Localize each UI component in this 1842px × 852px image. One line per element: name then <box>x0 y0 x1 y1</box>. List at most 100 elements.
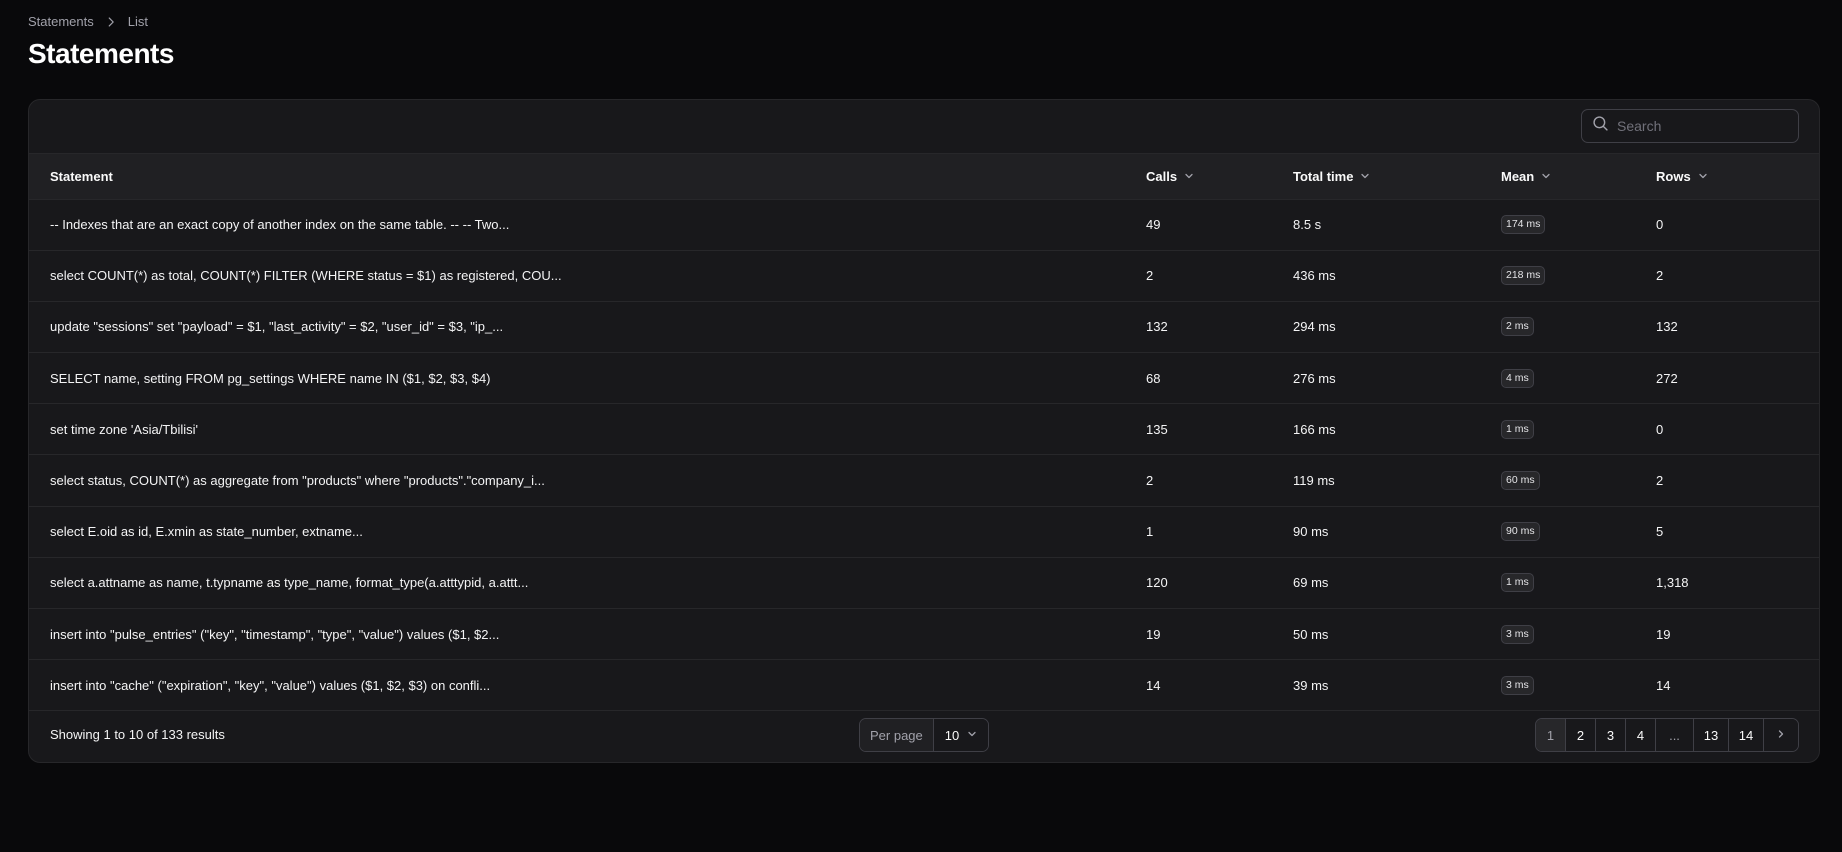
statement-cell: insert into "cache" ("expiration", "key"… <box>29 659 1146 712</box>
calls-cell: 68 <box>1146 352 1293 405</box>
total-time-cell: 436 ms <box>1293 250 1501 302</box>
page-button-13[interactable]: 13 <box>1694 719 1729 751</box>
calls-cell: 2 <box>1146 250 1293 302</box>
rows-cell: 5 <box>1656 506 1819 558</box>
mean-cell: 3 ms <box>1501 659 1656 712</box>
table-row[interactable]: SELECT name, setting FROM pg_settings WH… <box>29 352 1819 405</box>
table-row[interactable]: select a.attname as name, t.typname as t… <box>29 557 1819 610</box>
mean-badge: 2 ms <box>1501 317 1534 337</box>
total-time-cell: 39 ms <box>1293 659 1501 712</box>
rows-cell: 1,318 <box>1656 557 1819 610</box>
calls-cell: 135 <box>1146 403 1293 456</box>
total-time-cell: 119 ms <box>1293 454 1501 507</box>
column-header-rows[interactable]: Rows <box>1656 154 1819 200</box>
total-time-cell: 166 ms <box>1293 403 1501 456</box>
chevron-down-icon <box>1359 170 1371 182</box>
mean-badge: 60 ms <box>1501 471 1540 491</box>
pagination: 1 2 3 4 ... 13 14 <box>1535 718 1799 752</box>
mean-cell: 3 ms <box>1501 608 1656 661</box>
mean-badge: 3 ms <box>1501 675 1534 695</box>
total-time-cell: 69 ms <box>1293 557 1501 610</box>
search-box[interactable] <box>1581 109 1799 143</box>
statement-cell: select status, COUNT(*) as aggregate fro… <box>29 454 1146 507</box>
table-row[interactable]: select E.oid as id, E.xmin as state_numb… <box>29 506 1819 558</box>
calls-cell: 14 <box>1146 659 1293 712</box>
page-button-14[interactable]: 14 <box>1729 719 1764 751</box>
rows-cell: 272 <box>1656 352 1819 405</box>
rows-cell: 0 <box>1656 403 1819 456</box>
calls-cell: 19 <box>1146 608 1293 661</box>
mean-badge: 1 ms <box>1501 573 1534 593</box>
calls-cell: 120 <box>1146 557 1293 610</box>
statement-cell: update "sessions" set "payload" = $1, "l… <box>29 301 1146 354</box>
column-header-total-time[interactable]: Total time <box>1293 154 1501 200</box>
column-header-mean[interactable]: Mean <box>1501 154 1656 200</box>
mean-cell: 2 ms <box>1501 301 1656 354</box>
chevron-down-icon <box>1183 170 1195 182</box>
page-ellipsis: ... <box>1656 719 1694 751</box>
statement-cell: set time zone 'Asia/Tbilisi' <box>29 403 1146 456</box>
statement-cell: select a.attname as name, t.typname as t… <box>29 557 1146 610</box>
column-header-rows-label: Rows <box>1656 168 1691 184</box>
rows-cell: 2 <box>1656 454 1819 507</box>
chevron-right-icon <box>1775 728 1787 743</box>
page-button-2[interactable]: 2 <box>1566 719 1596 751</box>
total-time-cell: 294 ms <box>1293 301 1501 354</box>
table-row[interactable]: select COUNT(*) as total, COUNT(*) FILTE… <box>29 250 1819 302</box>
mean-cell: 90 ms <box>1501 506 1656 558</box>
rows-cell: 19 <box>1656 608 1819 661</box>
table-row[interactable]: select status, COUNT(*) as aggregate fro… <box>29 454 1819 507</box>
table-row[interactable]: insert into "pulse_entries" ("key", "tim… <box>29 608 1819 661</box>
per-page-label: Per page <box>860 719 934 751</box>
statement-cell: select COUNT(*) as total, COUNT(*) FILTE… <box>29 250 1146 302</box>
total-time-cell: 276 ms <box>1293 352 1501 405</box>
page-title: Statements <box>28 38 174 69</box>
search-icon <box>1592 115 1609 137</box>
total-time-cell: 90 ms <box>1293 506 1501 558</box>
total-time-cell: 8.5 s <box>1293 199 1501 251</box>
breadcrumb-statements-link[interactable]: Statements <box>28 14 94 29</box>
rows-cell: 0 <box>1656 199 1819 251</box>
table-row[interactable]: insert into "cache" ("expiration", "key"… <box>29 659 1819 712</box>
statement-cell: insert into "pulse_entries" ("key", "tim… <box>29 608 1146 661</box>
table-body: -- Indexes that are an exact copy of ano… <box>29 199 1819 712</box>
mean-badge: 3 ms <box>1501 624 1534 644</box>
mean-badge: 1 ms <box>1501 419 1534 439</box>
chevron-down-icon <box>1540 170 1552 182</box>
page-button-3[interactable]: 3 <box>1596 719 1626 751</box>
column-header-mean-label: Mean <box>1501 168 1535 184</box>
mean-cell: 1 ms <box>1501 557 1656 610</box>
mean-cell: 174 ms <box>1501 199 1656 251</box>
next-page-button[interactable] <box>1764 719 1798 751</box>
column-header-calls[interactable]: Calls <box>1146 154 1293 200</box>
mean-cell: 1 ms <box>1501 403 1656 456</box>
column-header-total-time-label: Total time <box>1293 168 1354 184</box>
per-page-value: 10 <box>944 727 960 743</box>
mean-badge: 218 ms <box>1501 266 1546 286</box>
chevron-down-icon <box>966 728 978 743</box>
breadcrumb-current: List <box>127 14 148 29</box>
calls-cell: 1 <box>1146 506 1293 558</box>
table-row[interactable]: -- Indexes that are an exact copy of ano… <box>29 199 1819 251</box>
page-button-4[interactable]: 4 <box>1626 719 1656 751</box>
per-page-selector: Per page 10 <box>859 718 990 752</box>
column-header-statement-label: Statement <box>50 168 113 184</box>
rows-cell: 14 <box>1656 659 1819 712</box>
per-page-select[interactable]: 10 <box>933 719 989 751</box>
table-row[interactable]: update "sessions" set "payload" = $1, "l… <box>29 301 1819 354</box>
page-button-1[interactable]: 1 <box>1536 719 1566 751</box>
mean-cell: 218 ms <box>1501 250 1656 302</box>
pagination-footer: Showing 1 to 10 of 133 results Per page … <box>29 708 1819 762</box>
table-header: Statement Calls Total time Mean Rows <box>29 154 1819 200</box>
calls-cell: 49 <box>1146 199 1293 251</box>
results-summary: Showing 1 to 10 of 133 results <box>50 727 225 742</box>
rows-cell: 132 <box>1656 301 1819 354</box>
table-row[interactable]: set time zone 'Asia/Tbilisi' 135 166 ms … <box>29 403 1819 456</box>
statements-page: Statements List Statements Statement <box>0 0 1842 852</box>
statements-table: Statement Calls Total time Mean Rows -- … <box>29 154 1819 712</box>
mean-badge: 4 ms <box>1501 368 1534 388</box>
chevron-right-icon <box>104 15 118 29</box>
breadcrumb: Statements List <box>28 14 148 29</box>
column-header-statement: Statement <box>29 154 1146 200</box>
search-input[interactable] <box>1617 118 1787 134</box>
